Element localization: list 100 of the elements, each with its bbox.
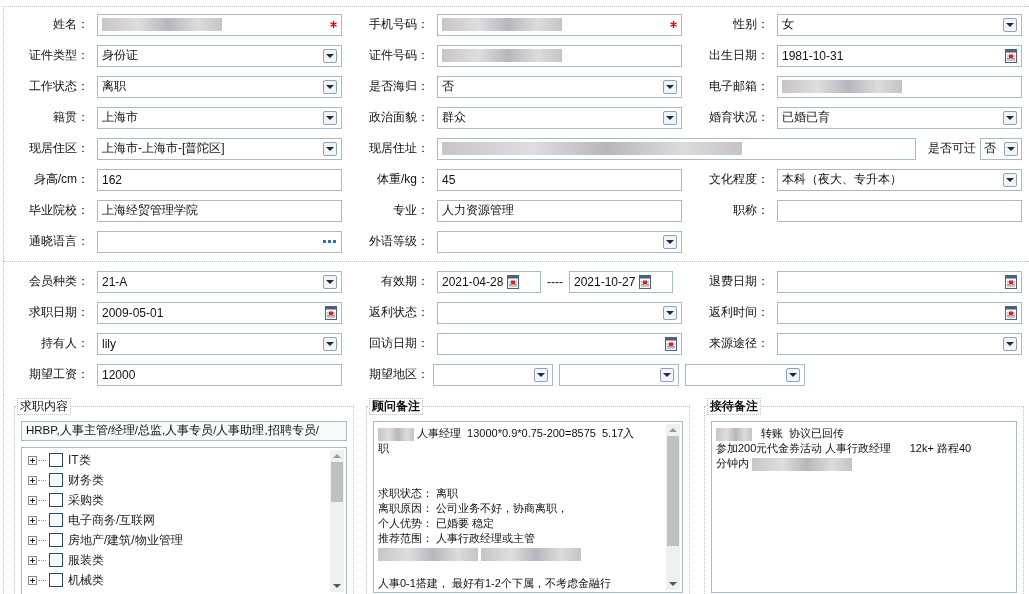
dropdown-field[interactable]: lily <box>97 332 342 355</box>
expand-icon[interactable] <box>28 515 37 525</box>
expand-icon[interactable] <box>28 495 37 505</box>
input-field[interactable] <box>437 13 682 36</box>
input-field[interactable]: HRBP,人事主管/经理/总监,人事专员/人事助理,招聘专员/ <box>21 421 347 441</box>
date-field[interactable]: 2021-10-27 <box>569 270 673 293</box>
input-field[interactable] <box>97 230 342 253</box>
input-field[interactable] <box>437 44 682 67</box>
input-field[interactable] <box>97 13 342 36</box>
field-label: 期望地区： <box>368 366 430 383</box>
calendar-icon[interactable] <box>1005 305 1017 320</box>
note-text: 离职原因： 公司业务不好，协商离职， <box>378 502 569 514</box>
dropdown-field[interactable] <box>433 363 553 386</box>
calendar-icon[interactable] <box>639 274 652 289</box>
calendar-icon[interactable] <box>507 274 520 289</box>
tree-item-label[interactable]: IT类 <box>68 451 91 469</box>
notes-textarea[interactable]: 转账 协议已回传 参加200元代金券活动 人事行政经理 12k+ 路程40 分钟内 <box>711 421 1017 593</box>
field-label: 现居住区： <box>28 140 90 157</box>
field-label: 返利时间： <box>708 304 770 321</box>
dropdown-field[interactable]: 女 <box>777 13 1022 36</box>
calendar-icon[interactable] <box>1005 274 1017 289</box>
input-field[interactable]: 45 <box>437 168 682 191</box>
dropdown-field[interactable] <box>437 301 682 324</box>
input-field[interactable] <box>777 75 1022 98</box>
tree-item-label[interactable]: 房地产/建筑/物业管理 <box>68 531 183 549</box>
field-label: 籍贯： <box>52 109 90 126</box>
field-label: 退费日期： <box>708 273 770 290</box>
blurred-text-placeholder <box>378 427 414 441</box>
dropdown-field[interactable]: 上海市 <box>97 106 342 129</box>
dropdown-field[interactable] <box>437 230 682 253</box>
field-label: 政治面貌： <box>368 109 430 126</box>
scrollbar[interactable] <box>666 424 680 590</box>
note-text: 求职状态： 离职 <box>378 487 459 499</box>
input-field[interactable]: 人力资源管理 <box>437 199 682 222</box>
tree-item-label[interactable]: 电子商务/互联网 <box>68 511 156 529</box>
dropdown-field[interactable]: 21-A <box>97 270 342 293</box>
input-field[interactable]: 上海经贸管理学院 <box>97 199 342 222</box>
date-field[interactable] <box>777 301 1022 324</box>
field-label: 通晓语言： <box>28 233 90 250</box>
dropdown-field[interactable]: 否 <box>980 137 1022 160</box>
note-text: 推荐范围： 人事行政经理或主管 <box>378 532 536 544</box>
checkbox[interactable] <box>49 493 63 507</box>
checkbox[interactable] <box>49 453 63 467</box>
expand-icon[interactable] <box>28 455 37 465</box>
input-field[interactable] <box>437 137 916 160</box>
calendar-icon[interactable] <box>1005 48 1017 63</box>
date-field[interactable] <box>437 332 682 355</box>
dropdown-field[interactable]: 上海市-上海市-[普陀区] <box>97 137 342 160</box>
scrollbar[interactable] <box>330 450 344 592</box>
field-label: 身高/cm： <box>32 171 90 188</box>
tree-item-label[interactable]: 采购类 <box>68 491 104 509</box>
dropdown-field[interactable]: 已婚已育 <box>777 106 1022 129</box>
field-label: 姓名： <box>52 16 90 33</box>
input-field[interactable] <box>777 199 1022 222</box>
note-text: 职 <box>378 442 389 454</box>
date-field[interactable]: 2021-04-28 <box>437 270 541 293</box>
expand-icon[interactable] <box>28 575 37 585</box>
dropdown-field[interactable] <box>777 332 1022 355</box>
dropdown-field[interactable]: 本科（夜大、专升本） <box>777 168 1022 191</box>
expand-icon[interactable] <box>28 555 37 565</box>
notes-textarea[interactable]: 人事经理 13000*0.9*0.75-200=8575 5.17入 职 求职状态： 离职 离职原因： 公司业务不好，协商离职， 个人优势： 已婚要 稳定 推荐范围： 人事行政经理或主管 人事0-1搭建， 最好有1-2个下属，不考虑金融行 <box>373 421 683 593</box>
expand-icon[interactable] <box>28 475 37 485</box>
input-field[interactable]: 162 <box>97 168 342 191</box>
expand-icon[interactable] <box>28 535 37 545</box>
field-label: 体重/kg： <box>376 171 430 188</box>
date-field[interactable] <box>777 270 1022 293</box>
note-text: 分钟内 <box>716 457 750 469</box>
field-label: 手机号码： <box>368 16 430 33</box>
dropdown-field[interactable] <box>559 363 679 386</box>
field-label: 期望工资： <box>28 366 90 383</box>
field-label: 现居住址： <box>368 140 430 157</box>
scrollbar-thumb[interactable] <box>667 436 679 546</box>
tree-item-label[interactable]: 服装类 <box>68 551 104 569</box>
note-text: 参加200元代金券活动 人事行政经理 12k+ 路程40 <box>716 442 972 454</box>
dropdown-field[interactable]: 群众 <box>437 106 682 129</box>
scrollbar-thumb[interactable] <box>331 462 343 502</box>
calendar-icon[interactable] <box>665 336 677 351</box>
checkbox[interactable] <box>49 473 63 487</box>
panel-legend: 求职内容 <box>17 398 71 415</box>
checkbox[interactable] <box>49 573 63 587</box>
more-icon[interactable] <box>323 239 337 244</box>
checkbox[interactable] <box>49 533 63 547</box>
date-field[interactable]: 1981-10-31 <box>777 44 1022 67</box>
checkbox[interactable] <box>49 553 63 567</box>
date-field[interactable]: 2009-05-01 <box>97 301 342 324</box>
field-label: 来源途径： <box>708 335 770 352</box>
checkbox[interactable] <box>49 513 63 527</box>
tree-item-label[interactable]: 机械类 <box>68 571 104 589</box>
dropdown-field[interactable]: 否 <box>437 75 682 98</box>
scroll-down-icon[interactable] <box>669 582 677 586</box>
tree-item-label[interactable]: 财务类 <box>68 471 104 489</box>
scroll-down-icon[interactable] <box>333 584 341 588</box>
field-label: 是否可迁 <box>928 140 976 157</box>
field-label: 求职日期： <box>28 304 90 321</box>
dropdown-field[interactable]: 离职 <box>97 75 342 98</box>
input-field[interactable]: 12000 <box>97 363 342 386</box>
dropdown-field[interactable] <box>685 363 805 386</box>
calendar-icon[interactable] <box>325 305 337 320</box>
dropdown-field[interactable]: 身份证 <box>97 44 342 67</box>
field-label: 证件号码： <box>368 47 430 64</box>
